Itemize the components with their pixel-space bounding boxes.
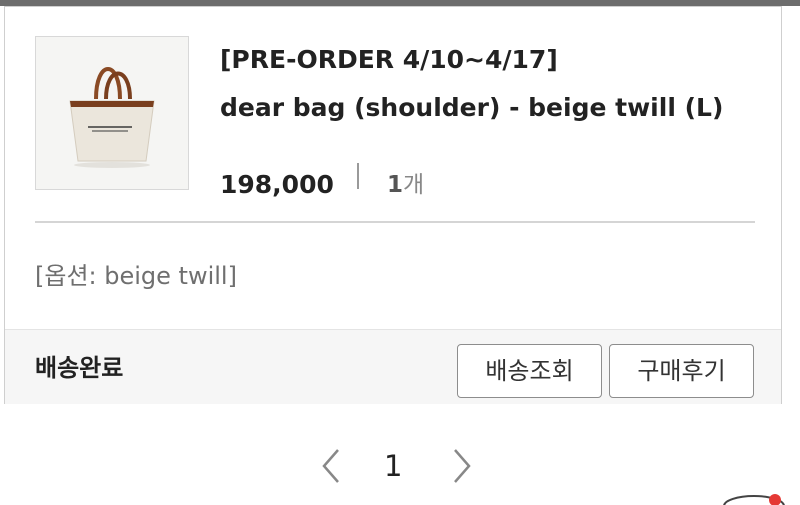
quantity-unit: 개 [403, 172, 425, 198]
product-quantity: 1개 [387, 169, 424, 201]
track-delivery-button[interactable]: 배송조회 [457, 344, 602, 398]
product-price: 198,000 [220, 170, 334, 199]
tote-bag-image [36, 37, 188, 189]
chevron-right-icon[interactable] [447, 446, 475, 486]
write-review-button[interactable]: 구매후기 [609, 344, 754, 398]
delivery-status: 배송완료 [35, 354, 124, 382]
product-title-line1[interactable]: [PRE-ORDER 4/10~4/17] [220, 43, 558, 77]
card-divider [35, 221, 755, 223]
pagination: 1 [0, 436, 800, 496]
product-option: [옵션: beige twill] [35, 262, 237, 290]
product-thumbnail[interactable] [35, 36, 189, 190]
quantity-number: 1 [387, 172, 404, 198]
price-quantity-divider [357, 163, 359, 189]
current-page-number[interactable]: 1 [384, 448, 402, 484]
product-title-line2[interactable]: dear bag (shoulder) - beige twill (L) [220, 91, 723, 125]
chevron-left-icon[interactable] [318, 446, 346, 486]
order-item-card: [PRE-ORDER 4/10~4/17] dear bag (shoulder… [4, 6, 782, 404]
order-footer: 배송완료 배송조회 구매후기 [5, 329, 781, 404]
floating-chat-button-icon[interactable] [718, 492, 800, 505]
